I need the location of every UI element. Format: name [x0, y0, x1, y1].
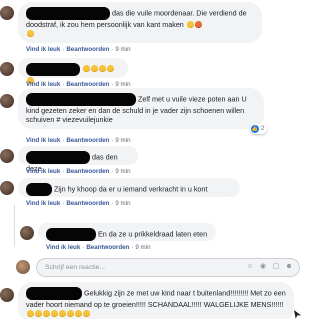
cursor-icon — [294, 310, 301, 319]
emoji-icon — [186, 21, 194, 28]
emoji-icon — [83, 310, 90, 317]
comment-bubble: En da ze u prikkeldraad laten eten — [38, 223, 216, 241]
timestamp[interactable]: 9 min — [115, 200, 130, 207]
reply-tools: ☺ ◉ ▢ ☻ — [246, 263, 293, 271]
reply-composer: Schrijf een reactie... ☺ ◉ ▢ ☻ — [16, 258, 300, 277]
redacted-name — [26, 287, 82, 300]
reply-link[interactable]: Beantwoorden — [66, 200, 109, 207]
emoji-icon — [107, 65, 114, 73]
redacted-name — [26, 151, 90, 164]
avatar[interactable] — [0, 181, 14, 195]
redacted-name — [26, 93, 136, 106]
avatar — [16, 260, 30, 274]
avatar[interactable] — [20, 226, 34, 240]
comment-actions: Vind ik leuk · Beantwoorden · 9 min — [26, 81, 131, 88]
like-link[interactable]: Vind ik leuk — [26, 200, 60, 207]
avatar[interactable] — [0, 288, 14, 302]
comment-bubble: Zijn hy khoop da er u iemand verkracht i… — [18, 178, 240, 197]
comment-bubble: das den deze — [18, 146, 138, 173]
comment-text: Zijn hy khoop da er u iemand verkracht i… — [54, 184, 208, 194]
avatar[interactable] — [0, 94, 14, 108]
comment-actions: Vind ik leuk · Beantwoorden · 9 min — [26, 46, 131, 53]
gif-icon[interactable]: ▢ — [272, 263, 280, 271]
emoji-icon — [35, 310, 42, 317]
redacted-name — [26, 183, 52, 196]
emoji-picker-icon[interactable]: ☺ — [246, 263, 254, 271]
emoji-icon — [99, 65, 106, 73]
emoji-icon — [51, 310, 58, 317]
reply-link[interactable]: Beantwoorden — [66, 137, 109, 144]
emoji-icon — [43, 310, 50, 317]
reaction-number: 2 — [261, 126, 265, 132]
emoji-icon — [91, 65, 98, 73]
reply-link[interactable]: Beantwoorden — [66, 46, 109, 53]
angry-emoji-icon — [194, 21, 202, 28]
like-link[interactable]: Vind ik leuk — [26, 46, 60, 53]
redacted-name — [26, 7, 110, 20]
reply-link[interactable]: Beantwoorden — [66, 81, 109, 88]
reply-link[interactable]: Beantwoorden — [86, 244, 129, 251]
camera-icon[interactable]: ◉ — [259, 263, 267, 271]
reply-placeholder: Schrijf een reactie... — [45, 264, 106, 271]
emoji-icon — [75, 310, 82, 317]
like-reaction-icon: 👍 — [251, 125, 259, 133]
timestamp[interactable]: 9 min — [115, 81, 130, 88]
comment-text: En da ze u prikkeldraad laten eten — [98, 229, 208, 239]
comment-bubble: Gelukkig zijn ze met uw kind naar t buit… — [18, 282, 294, 319]
emoji-icon — [83, 65, 90, 73]
avatar[interactable] — [0, 62, 14, 76]
thread-line — [14, 205, 15, 247]
like-link[interactable]: Vind ik leuk — [26, 137, 60, 144]
reply-link[interactable]: Beantwoorden — [66, 168, 109, 175]
sticker-icon[interactable]: ☻ — [285, 263, 293, 271]
redacted-name — [26, 63, 80, 76]
avatar[interactable] — [0, 149, 14, 163]
reply-input[interactable]: Schrijf een reactie... ☺ ◉ ▢ ☻ — [36, 258, 300, 277]
comment-actions: Vind ik leuk · Beantwoorden · 9 min — [26, 200, 131, 207]
comment-bubble: Zelf met u vuile vieze poten aan U kind … — [18, 88, 264, 129]
timestamp[interactable]: 9 min — [115, 168, 130, 175]
like-link[interactable]: Vind ik leuk — [26, 168, 60, 175]
comment-actions: Vind ik leuk · Beantwoorden · 9 min — [26, 137, 131, 144]
timestamp[interactable]: 9 min — [115, 46, 130, 53]
timestamp[interactable]: 9 min — [135, 244, 150, 251]
avatar[interactable] — [0, 6, 14, 20]
comment-bubble — [18, 58, 128, 84]
like-link[interactable]: Vind ik leuk — [46, 244, 80, 251]
comment-actions: Vind ik leuk · Beantwoorden · 9 min — [46, 244, 151, 251]
timestamp[interactable]: 9 min — [115, 137, 130, 144]
comment-actions: Vind ik leuk · Beantwoorden · 9 min — [26, 168, 131, 175]
emoji-icon — [59, 310, 66, 317]
emoji-icon — [27, 310, 34, 317]
reaction-count[interactable]: 👍 2 — [250, 124, 268, 134]
redacted-name — [46, 228, 96, 241]
like-link[interactable]: Vind ik leuk — [26, 81, 60, 88]
comment-bubble: das die vuile moordenaar. Die verdiend d… — [18, 2, 262, 43]
emoji-icon — [67, 310, 74, 317]
emoji-icon — [27, 30, 34, 37]
